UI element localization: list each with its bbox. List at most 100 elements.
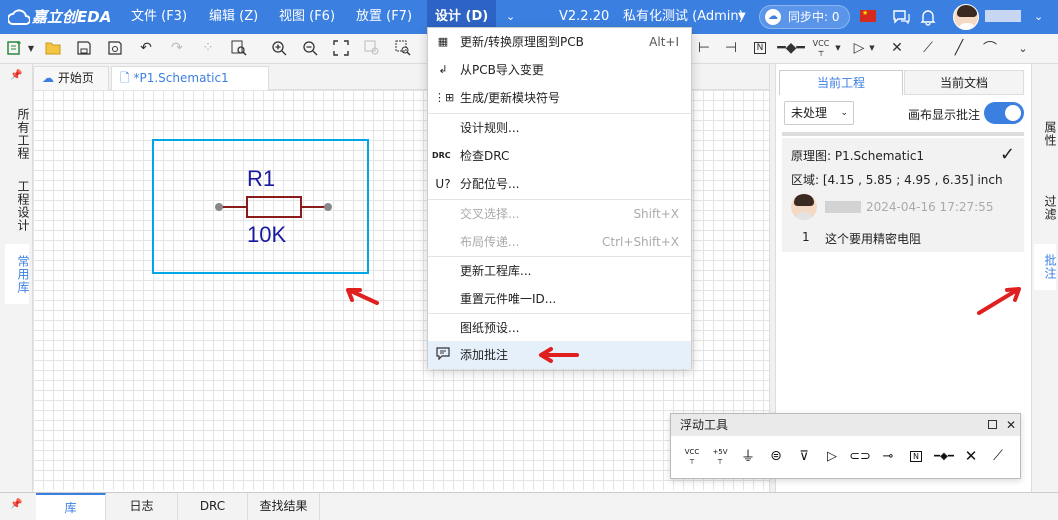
menu-item-reset-unique-id[interactable]: 重置元件唯一ID... [428,285,691,313]
ground-icon[interactable]: ⏚ [736,444,760,468]
floating-tools-panel[interactable]: 浮动工具 ✕ VCC ┬ +5V ┬ ⏚ ⊜ ⊽ ▷ ⊂⊃ ⊸ N ━◆━ ✕ ⟋ [670,413,1021,479]
net-label-icon[interactable]: ⊂⊃ [848,444,872,468]
comment-card[interactable]: 原理图: P1.Schematic1 ✓ 区域: [4.15 , 5.85 ; … [782,138,1024,252]
chat-icon[interactable] [892,8,910,26]
zoom-selection-icon [361,37,383,59]
fit-view-icon[interactable] [330,37,352,59]
module-symbol-icon: ⋮⊞ [434,91,455,104]
bell-icon[interactable] [920,8,936,26]
net-label-tool-icon[interactable]: N [749,37,771,59]
cloud-logo-icon [8,9,30,25]
menu-file[interactable]: 文件 (F3) [131,0,187,34]
menu-item-update-pcb[interactable]: ▦ 更新/转换原理图到PCB Alt+I [428,28,691,56]
tab-common-lib[interactable]: 常用库 [5,244,30,304]
save-as-icon[interactable] [104,37,126,59]
zoom-area-icon[interactable] [392,37,414,59]
plus5v-icon[interactable]: +5V ┬ [708,444,732,468]
menu-item-update-project-lib[interactable]: 更新工程库... [428,257,691,285]
bus-tool-icon[interactable]: ⊢ [693,37,715,59]
tab-properties[interactable]: 属性 [1034,114,1057,154]
workspace-dropdown-icon[interactable]: ▼ [738,0,746,34]
wire-icon[interactable]: ⟋ [986,444,1010,468]
comment-index: 1 [802,230,810,244]
import-icon: ↲ [438,63,448,76]
earth-icon[interactable]: ⊜ [764,444,788,468]
avatar[interactable] [953,4,979,30]
menu-item-sheet-preset[interactable]: 图纸预设... [428,314,691,342]
netport-tool-icon[interactable]: ⊣ [720,37,742,59]
new-document-icon[interactable] [4,37,26,59]
netlabel-box-icon[interactable]: N [904,444,928,468]
app-logo-text: 嘉立创EDA [32,8,112,26]
line-tool-icon[interactable]: ╱ [948,37,970,59]
vcc-icon[interactable]: VCC ┬ [680,444,704,468]
ground-arrow-icon[interactable]: ⊽ [792,444,816,468]
comment-icon [434,347,452,363]
tab-filter[interactable]: 过滤 [1034,188,1057,228]
user-menu-chevron-icon[interactable]: ⌄ [1034,0,1043,34]
save-icon[interactable] [73,37,95,59]
bus-entry-tool-icon[interactable]: ━◆━ [777,37,805,59]
menu-item-annotate[interactable]: U? 分配位号... [428,170,691,198]
new-dropdown-icon[interactable]: ▼ [26,37,36,59]
menu-item-module-symbol[interactable]: ⋮⊞ 生成/更新模块符号 [428,84,691,112]
tab-current-project[interactable]: 当前工程 [779,70,903,95]
designator-label[interactable]: R1 [247,166,275,192]
show-comments-label: 画布显示批注 [908,108,981,122]
menu-place[interactable]: 放置 (F7) [356,0,412,34]
china-flag-icon[interactable]: ★ [860,10,876,22]
no-connect-icon[interactable]: ✕ [959,444,983,468]
menu-item-check-drc[interactable]: DRC 检查DRC [428,142,691,170]
tab-all-projects[interactable]: 所有工程 [5,104,30,164]
commenter-avatar [791,194,817,220]
menu-item-design-rules[interactable]: 设计规则... [428,114,691,142]
vcc-tool-icon[interactable]: VCC ┬ [810,37,832,59]
pin-icon[interactable]: 📌 [10,499,22,510]
sync-button[interactable]: ☁ 同步中: 0 [759,5,850,29]
tab-schematic[interactable]: 🗋 *P1.Schematic1 [111,66,269,90]
menu-view[interactable]: 视图 (F6) [279,0,335,34]
left-sidebar: 📌 所有工程 工程设计 常用库 [0,64,33,492]
open-folder-icon[interactable] [42,37,64,59]
undo-icon[interactable]: ↶ [135,37,157,59]
value-label[interactable]: 10K [247,222,286,248]
pin-icon[interactable]: 📌 [10,70,22,81]
arc-tool-icon[interactable]: ⌒ [979,37,1001,59]
show-comments-toggle[interactable] [984,102,1024,124]
no-connect-tool-icon[interactable]: ✕ [886,37,908,59]
tab-home[interactable]: ☁ 开始页 [33,66,109,90]
annotation-arrow-icon [346,288,379,305]
resistor-r1[interactable] [213,191,333,225]
tab-project-design[interactable]: 工程设计 [5,176,30,236]
tab-current-doc[interactable]: 当前文档 [904,70,1024,95]
zoom-in-icon[interactable] [268,37,290,59]
annotation-arrow-icon [977,287,1021,315]
net-port-tool-icon[interactable]: ▷ [848,37,870,59]
maximize-icon[interactable] [988,420,997,429]
port-dropdown-icon[interactable]: ▼ [868,37,876,59]
wire-tool-icon[interactable]: ⟋ [917,37,939,59]
bus-entry-icon[interactable]: ━◆━ [932,444,956,468]
tab-drc[interactable]: DRC [178,493,248,520]
status-filter-select[interactable]: 未处理 ⌄ [784,101,854,125]
close-icon[interactable]: ✕ [1006,414,1016,436]
toolbar-more-chevron-icon[interactable]: ⌄ [1012,37,1034,59]
menu-edit[interactable]: 编辑 (Z) [209,0,258,34]
resolve-check-icon[interactable]: ✓ [1000,144,1015,165]
zoom-out-icon[interactable] [299,37,321,59]
home-cloud-icon: ☁ [42,71,54,85]
tab-comments[interactable]: 批注 [1034,244,1057,290]
vcc-dropdown-icon[interactable]: ▼ [834,37,842,59]
tab-log[interactable]: 日志 [106,493,178,520]
tab-find-results[interactable]: 查找结果 [248,493,320,520]
panel-divider [782,132,1024,136]
tab-library[interactable]: 库 [36,493,106,520]
sync-label: 同步中: 0 [788,10,840,24]
chevron-down-icon: ⌄ [840,108,848,118]
net-flag-icon[interactable]: ⊸ [876,444,900,468]
find-replace-icon[interactable] [228,37,250,59]
menu-item-import-from-pcb[interactable]: ↲ 从PCB导入变更 [428,56,691,84]
align-grid-icon: ⁘ [202,40,214,56]
net-port-icon[interactable]: ▷ [820,444,844,468]
floating-tools-header[interactable]: 浮动工具 ✕ [671,414,1020,436]
